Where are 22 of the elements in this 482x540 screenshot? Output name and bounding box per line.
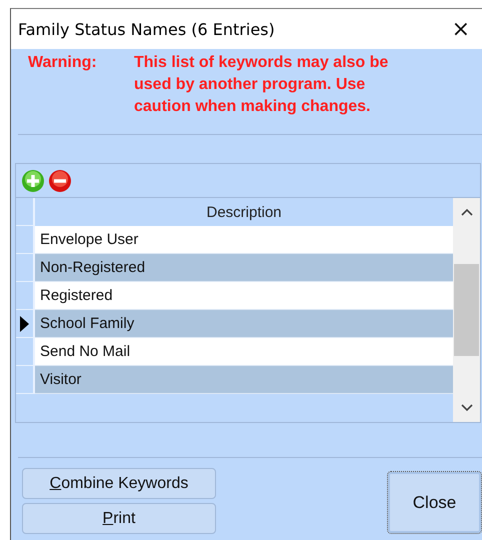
warning-label: Warning:	[28, 53, 98, 73]
remove-icon[interactable]	[48, 168, 72, 192]
scrollbar[interactable]	[453, 198, 480, 422]
row-pointer-icon	[20, 316, 29, 332]
close-button[interactable]: ×	[448, 16, 474, 42]
scroll-thumb[interactable]	[454, 264, 479, 356]
table-cell[interactable]: Registered	[35, 282, 453, 310]
action-button[interactable]: Print	[22, 503, 216, 534]
table-cell[interactable]: School Family	[35, 310, 453, 338]
row-header[interactable]	[16, 310, 35, 338]
window-title: Family Status Names (6 Entries)	[18, 20, 275, 38]
table-cell[interactable]: Send No Mail	[35, 338, 453, 366]
scroll-up-icon[interactable]	[460, 208, 472, 216]
warning-message: This list of keywords may also be used by another program. Use caution when making changes.	[134, 53, 390, 117]
action-button[interactable]: Combine Keywords	[22, 468, 216, 499]
scroll-down-icon[interactable]	[460, 404, 472, 412]
table-cell[interactable]: Visitor	[35, 366, 453, 394]
corner-header	[16, 198, 35, 226]
table-cell[interactable]: Non-Registered	[35, 254, 453, 282]
close-dialog-button[interactable]: Close	[387, 471, 482, 534]
add-icon[interactable]	[21, 168, 45, 192]
table-cell[interactable]: Envelope User	[35, 226, 453, 254]
